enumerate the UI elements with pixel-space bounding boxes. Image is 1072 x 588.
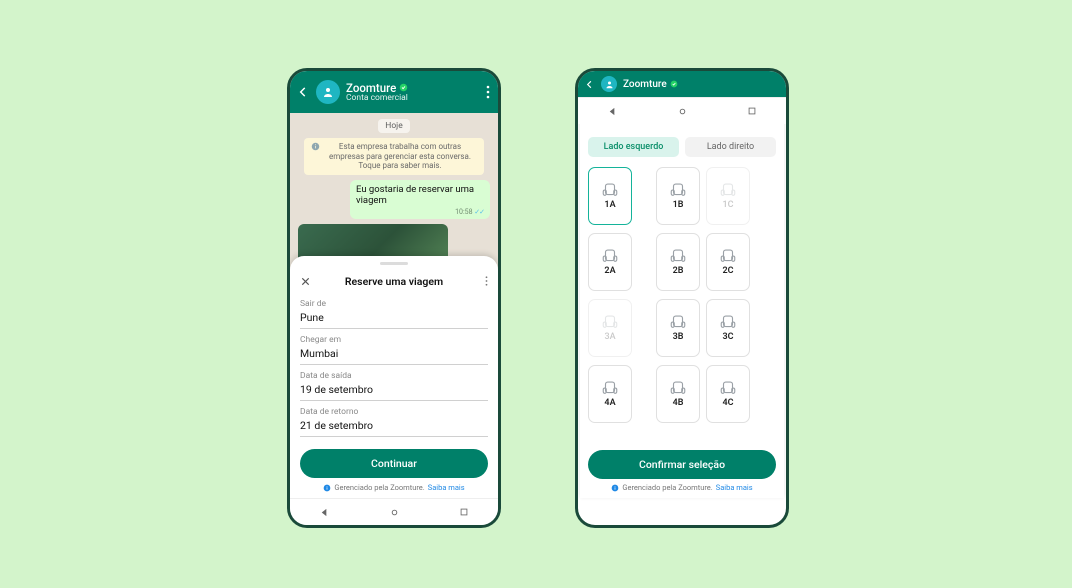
- seat-1b[interactable]: 1B: [656, 167, 700, 225]
- verified-badge-icon: [670, 80, 678, 88]
- seat-2b[interactable]: 2B: [656, 233, 700, 291]
- seat-4a[interactable]: 4A: [588, 365, 632, 423]
- android-navbar: [290, 498, 498, 525]
- seat-selection-sheet: Selecionar assentos Lado esquerdo Lado d…: [580, 101, 784, 498]
- info-icon: [311, 142, 320, 171]
- close-icon[interactable]: [300, 276, 311, 287]
- seat-2c[interactable]: 2C: [706, 233, 750, 291]
- outgoing-message[interactable]: Eu gostaria de reservar uma viagem 10:58…: [350, 180, 490, 219]
- verified-badge-icon: [399, 83, 408, 92]
- more-icon[interactable]: [486, 85, 492, 99]
- seat-1a[interactable]: 1A: [588, 167, 632, 225]
- seat-4c[interactable]: 4C: [706, 365, 750, 423]
- arrive-field[interactable]: Chegar em Mumbai: [300, 335, 488, 365]
- read-ticks-icon: ✓✓: [474, 208, 484, 216]
- info-icon: [323, 484, 331, 492]
- sheet-title: Reserve uma viagem: [345, 275, 443, 288]
- booking-sheet: Reserve uma viagem Sair de Pune Chegar e…: [290, 256, 498, 498]
- continue-button[interactable]: Continuar: [300, 449, 488, 478]
- learn-more-link[interactable]: Saiba mais: [428, 483, 465, 492]
- side-segment: Lado esquerdo Lado direito: [588, 137, 776, 157]
- chat-header: Zoomture Conta comercial: [290, 71, 498, 113]
- android-navbar: [578, 97, 786, 124]
- confirm-button[interactable]: Confirmar seleção: [588, 450, 776, 479]
- retdate-field[interactable]: Data de retorno 21 de setembro: [300, 407, 488, 437]
- managed-by: Gerenciado pela Zoomture. Saiba mais: [300, 483, 488, 492]
- outdate-field[interactable]: Data de saída 19 de setembro: [300, 371, 488, 401]
- phone-left: Zoomture Conta comercial Hoje Esta empre…: [287, 68, 501, 528]
- managed-by: Gerenciado pela Zoomture. Saiba mais: [588, 483, 776, 492]
- chat-subtitle: Conta comercial: [346, 94, 408, 103]
- nav-home-icon[interactable]: [389, 507, 400, 518]
- segment-left[interactable]: Lado esquerdo: [588, 137, 679, 157]
- chat-header-mini: Zoomture: [578, 71, 786, 97]
- phone-right: Zoomture Selecionar assentos Lado esquer…: [575, 68, 789, 528]
- nav-back-icon[interactable]: [319, 507, 330, 518]
- seat-3c[interactable]: 3C: [706, 299, 750, 357]
- seat-grid: 1A 1B 1C 2A 2B: [588, 167, 776, 446]
- nav-home-icon[interactable]: [677, 106, 688, 117]
- nav-recent-icon[interactable]: [459, 507, 469, 517]
- depart-field[interactable]: Sair de Pune: [300, 299, 488, 329]
- system-message[interactable]: Esta empresa trabalha com outras empresa…: [304, 138, 484, 175]
- info-icon: [611, 484, 619, 492]
- learn-more-link[interactable]: Saiba mais: [716, 483, 753, 492]
- seat-4b[interactable]: 4B: [656, 365, 700, 423]
- date-pill: Hoje: [378, 119, 409, 133]
- chat-title: Zoomture: [346, 82, 396, 94]
- segment-right[interactable]: Lado direito: [685, 137, 776, 157]
- sheet-handle[interactable]: [380, 262, 408, 265]
- nav-back-icon[interactable]: [607, 106, 618, 117]
- seat-2a[interactable]: 2A: [588, 233, 632, 291]
- seat-3b[interactable]: 3B: [656, 299, 700, 357]
- avatar[interactable]: [316, 80, 340, 104]
- avatar[interactable]: [601, 76, 617, 92]
- sheet-more-icon[interactable]: [485, 275, 488, 287]
- nav-recent-icon[interactable]: [747, 106, 757, 116]
- seat-1c[interactable]: 1C: [706, 167, 750, 225]
- back-arrow-icon[interactable]: [296, 85, 310, 99]
- back-arrow-icon[interactable]: [584, 79, 595, 90]
- seat-3a[interactable]: 3A: [588, 299, 632, 357]
